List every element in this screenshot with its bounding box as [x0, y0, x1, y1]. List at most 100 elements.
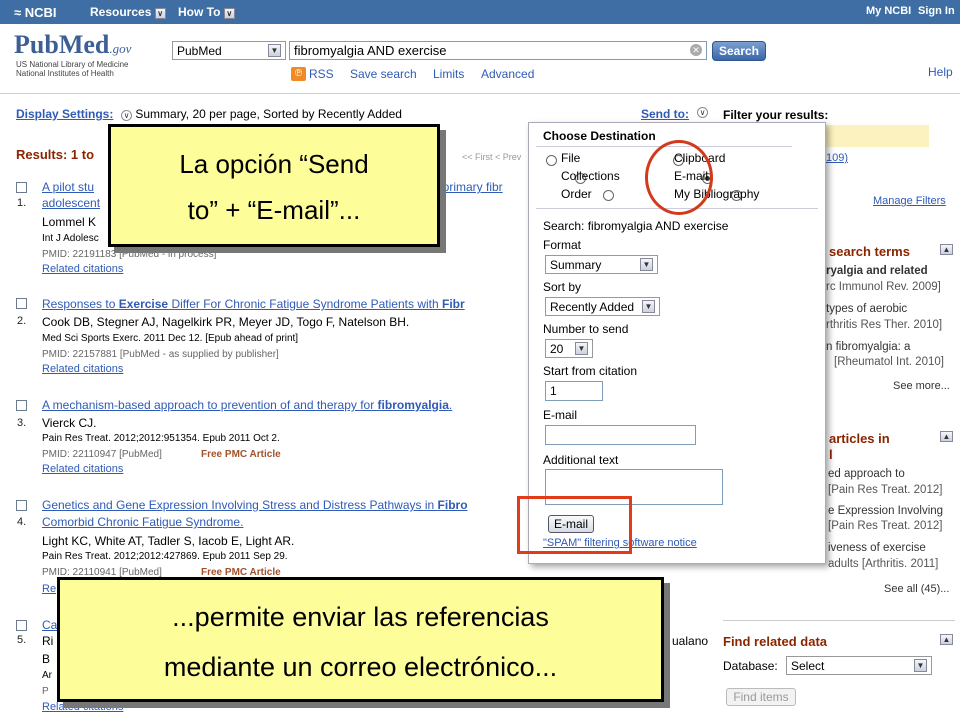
search-summary: Search: fibromyalgia AND exercise	[543, 219, 729, 233]
callout-bottom: ...permite enviar las referencias median…	[57, 577, 664, 702]
result-number: 4.	[17, 516, 27, 528]
ncbi-logo[interactable]: ≈ NCBI	[14, 5, 57, 20]
nlm-caption: US National Library of Medicine National …	[16, 60, 129, 78]
database-select[interactable]: PubMed ▼	[172, 41, 286, 60]
email-input[interactable]	[545, 425, 696, 445]
free-pmc-link[interactable]: Free PMC Article	[201, 449, 281, 460]
find-items-button[interactable]: Find items	[726, 688, 796, 706]
sign-in-link[interactable]: Sign In	[918, 5, 955, 17]
result-checkbox[interactable]	[16, 500, 27, 511]
filter-count[interactable]: 109)	[826, 152, 848, 164]
article-line: [Pain Res Treat. 2012]	[828, 484, 943, 496]
result-journal: Ar	[42, 670, 52, 681]
additional-text-label: Additional text	[543, 453, 619, 467]
email-label: E-mail	[543, 408, 578, 422]
highlight-box	[517, 496, 632, 554]
related-citations-link[interactable]: Related citations	[42, 701, 123, 713]
result-title[interactable]: A mechanism-based approach to prevention…	[42, 398, 452, 412]
result-title[interactable]: Responses to Exercise Differ For Chronic…	[42, 297, 465, 311]
result-pmid: P	[42, 686, 49, 697]
result-title[interactable]: A pilot stu	[42, 180, 94, 194]
collapse-icon[interactable]: ▲	[940, 634, 953, 645]
article-line[interactable]: ed approach to	[828, 468, 905, 480]
result-pmid: PMID: 22191183 [PubMed - in process]	[42, 249, 217, 260]
result-title[interactable]: Ca	[42, 618, 57, 632]
result-pmid: PMID: 22110947 [PubMed]	[42, 449, 162, 460]
clear-icon[interactable]: ✕	[690, 44, 702, 56]
term-line[interactable]: n fibromyalgia: a	[826, 341, 910, 353]
result-journal: Int J Adolesc	[42, 233, 99, 244]
result-title[interactable]: Genetics and Gene Expression Involving S…	[42, 498, 468, 512]
search-input[interactable]: fibromyalgia AND exercise ✕	[289, 41, 707, 60]
see-all-link[interactable]: See all (45)...	[884, 583, 949, 595]
start-input[interactable]: 1	[545, 381, 603, 401]
result-checkbox[interactable]	[16, 182, 27, 193]
result-number: 3.	[17, 417, 27, 429]
result-authors: Light KC, White AT, Tadler S, Iacob E, L…	[42, 534, 295, 548]
result-number: 2.	[17, 315, 27, 327]
callout-top-line: to” + “E-mail”...	[187, 195, 361, 225]
term-line[interactable]: types of aerobic	[826, 303, 907, 315]
my-ncbi-link[interactable]: My NCBI	[866, 5, 911, 17]
manage-filters-link[interactable]: Manage Filters	[873, 195, 946, 207]
see-more-link[interactable]: See more...	[893, 380, 950, 392]
result-number: 1.	[17, 197, 27, 209]
result-authors: Lommel K	[42, 215, 97, 229]
pubmed-logo[interactable]: PubMed.gov	[14, 30, 131, 60]
related-citations-link[interactable]: Re	[42, 583, 56, 595]
chevron-down-icon[interactable]: ∨	[697, 107, 708, 118]
highlight-circle	[645, 140, 713, 215]
limits-link[interactable]: Limits	[433, 67, 464, 81]
howto-menu[interactable]: How To ∨	[178, 5, 235, 19]
chevron-down-icon[interactable]: ∨	[121, 110, 132, 121]
chevron-down-icon: ▼	[914, 659, 927, 672]
rss-link[interactable]: RSS	[309, 67, 334, 81]
result-authors: ualano	[672, 634, 709, 648]
result-title[interactable]: adolescent	[42, 196, 100, 210]
radio-label[interactable]: File	[561, 151, 580, 165]
result-number: 5.	[17, 634, 27, 646]
term-line: rthritis Res Ther. 2010]	[826, 319, 943, 331]
search-button[interactable]: Search	[712, 41, 766, 61]
term-line[interactable]: ryalgia and related	[826, 265, 928, 277]
sort-select[interactable]: Recently Added ▼	[545, 297, 660, 316]
related-citations-link[interactable]: Related citations	[42, 463, 123, 475]
format-select[interactable]: Summary ▼	[545, 255, 658, 274]
display-settings-link[interactable]: Display Settings:	[16, 107, 113, 121]
send-to-link[interactable]: Send to:	[641, 107, 689, 121]
help-link[interactable]: Help	[928, 65, 953, 79]
result-journal: B	[42, 652, 51, 666]
related-citations-link[interactable]: Related citations	[42, 263, 123, 275]
callout-bottom-line: ...permite enviar las referencias	[172, 602, 549, 632]
results-count: Results: 1 to	[16, 147, 95, 162]
chevron-down-icon: ▼	[268, 44, 281, 57]
article-line[interactable]: e Expression Involving	[828, 505, 943, 517]
chevron-down-icon: ▼	[575, 342, 588, 355]
articles-heading: l	[829, 447, 833, 462]
articles-heading: articles in	[829, 431, 890, 446]
resources-menu[interactable]: Resources ∨	[90, 5, 166, 19]
save-search-link[interactable]: Save search	[350, 67, 417, 81]
related-citations-link[interactable]: Related citations	[42, 363, 123, 375]
result-checkbox[interactable]	[16, 400, 27, 411]
display-settings-value: ∨ Summary, 20 per page, Sorted by Recent…	[121, 107, 402, 121]
article-line: adults [Arthritis. 2011]	[828, 558, 939, 570]
result-title[interactable]: Comorbid Chronic Fatigue Syndrome.	[42, 515, 243, 529]
database-dropdown[interactable]: Select ▼	[786, 656, 932, 675]
result-title[interactable]: le primary fibr	[430, 180, 503, 194]
article-line[interactable]: iveness of exercise	[828, 542, 926, 554]
result-checkbox[interactable]	[16, 620, 27, 631]
chevron-down-icon: ▼	[640, 258, 653, 271]
pager-nav[interactable]: << First < Prev	[462, 152, 521, 162]
collapse-icon[interactable]: ▲	[940, 431, 953, 442]
number-select[interactable]: 20 ▼	[545, 339, 593, 358]
result-checkbox[interactable]	[16, 298, 27, 309]
radio-label[interactable]: Collections	[561, 169, 620, 183]
chevron-down-icon: ∨	[154, 8, 166, 19]
radio-label[interactable]: Order	[561, 187, 592, 201]
chevron-down-icon: ∨	[223, 8, 235, 19]
advanced-link[interactable]: Advanced	[481, 67, 534, 81]
rss-icon: ℗	[291, 67, 306, 81]
collapse-icon[interactable]: ▲	[940, 244, 953, 255]
result-journal: Pain Res Treat. 2012;2012:427869. Epub 2…	[42, 551, 288, 562]
